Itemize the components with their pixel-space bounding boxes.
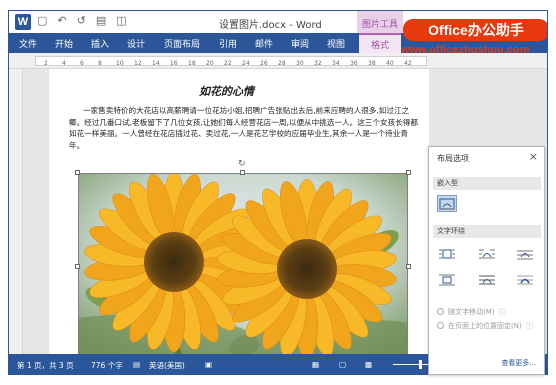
- ruler-tick-label: 16: [170, 60, 178, 67]
- resize-handle-top-right[interactable]: [406, 170, 411, 175]
- tab-file[interactable]: 文件: [13, 33, 43, 53]
- language-indicator[interactable]: 英语(美国): [149, 360, 185, 371]
- ruler-tick-label: 8: [98, 60, 102, 67]
- ruler-tick-label: 22: [224, 60, 232, 67]
- ruler-tick-label: 26: [260, 60, 268, 67]
- tab-design[interactable]: 设计: [121, 33, 151, 53]
- ruler-tick-label: 24: [242, 60, 250, 67]
- zoom-slider-thumb[interactable]: [419, 360, 422, 369]
- ruler-tick-label: 12: [134, 60, 142, 67]
- undo-icon[interactable]: ↶: [57, 14, 66, 27]
- wrap-through-option[interactable]: [515, 245, 535, 262]
- info-icon: ⓘ: [525, 322, 533, 330]
- wrap-behind-icon: [479, 275, 495, 284]
- fix-position-radio[interactable]: 在页面上的位置固定(N) ⓘ: [437, 321, 537, 331]
- tab-review[interactable]: 审阅: [285, 33, 315, 53]
- ruler-tick-label: 2: [44, 60, 48, 67]
- tab-view[interactable]: 视图: [321, 33, 351, 53]
- ruler-tick-label: 34: [332, 60, 340, 67]
- flower-center: [144, 232, 204, 292]
- ruler-tick-label: 14: [152, 60, 160, 67]
- resize-handle-top-left[interactable]: [75, 170, 80, 175]
- rotate-handle-icon[interactable]: ↻: [238, 159, 246, 169]
- word-count[interactable]: 776 个字: [91, 360, 123, 371]
- resize-handle-left[interactable]: [75, 264, 80, 269]
- page-count[interactable]: 第 1 页，共 3 页: [17, 360, 74, 371]
- ruler-tick-label: 30: [296, 60, 304, 67]
- wrap-in-front-option[interactable]: [515, 271, 535, 288]
- resize-handle-top[interactable]: [240, 170, 245, 175]
- print-icon[interactable]: ▤: [96, 14, 106, 27]
- tab-insert[interactable]: 插入: [85, 33, 115, 53]
- ruler-tick-label: 4: [62, 60, 66, 67]
- redo-icon[interactable]: ↺: [77, 14, 86, 27]
- read-mode-icon[interactable]: ▦: [312, 360, 319, 369]
- sunflower-picture[interactable]: [78, 173, 408, 355]
- quick-access-toolbar: ▢ ↶ ↺ ▤ ◫: [37, 14, 127, 27]
- macro-icon[interactable]: ▣: [205, 360, 212, 369]
- wrap-top-bottom-option[interactable]: [437, 271, 457, 288]
- close-icon[interactable]: ×: [529, 150, 538, 163]
- ruler-tick-label: 10: [116, 60, 124, 67]
- wrap-square-option[interactable]: [437, 245, 457, 262]
- tab-page-layout[interactable]: 页面布局: [159, 33, 205, 53]
- info-icon: ⓘ: [498, 308, 506, 316]
- save-icon[interactable]: ▢: [37, 14, 47, 27]
- document-heading: 如花的心情: [199, 85, 254, 98]
- layout-options-panel: 布局选项 × 嵌入型 文字环绕 随文字移动(M) ⓘ 在页面上的位置固定(N) …: [428, 146, 545, 375]
- move-with-text-radio[interactable]: 随文字移动(M) ⓘ: [437, 307, 537, 317]
- horizontal-ruler: 2 4 6 8 10 12 14 16 18 20 22 24 26 28 30 32 34 36 38 40 42: [9, 53, 547, 69]
- move-with-text-label: 随文字移动(M): [448, 308, 495, 316]
- inline-icon: [439, 198, 455, 209]
- wrap-square-icon: [439, 249, 455, 258]
- ruler-ticks: 2 4 6 8 10 12 14 16 18 20 22 24 26 28 30 32 34 36 38 40 42: [44, 60, 412, 67]
- wrap-top-bottom-icon: [439, 274, 455, 285]
- web-layout-icon[interactable]: ▩: [365, 360, 372, 369]
- ruler-tick-label: 20: [206, 60, 214, 67]
- sunflower-graphic: [79, 174, 407, 354]
- section-inline: 嵌入型: [433, 177, 541, 190]
- ruler-tick-label: 42: [404, 60, 412, 67]
- wrap-tight-icon: [479, 249, 495, 258]
- ruler-tick-label: 36: [350, 60, 358, 67]
- document-title: 设置图片.docx - Word: [219, 20, 322, 31]
- flower-center: [277, 239, 337, 299]
- resize-handle-right[interactable]: [406, 264, 411, 269]
- vertical-ruler: [9, 69, 23, 354]
- word-app-icon: W: [15, 14, 31, 30]
- zoom-slider[interactable]: [393, 364, 433, 365]
- ruler-tick-label: 28: [278, 60, 286, 67]
- ruler-tick-label: 32: [314, 60, 322, 67]
- wrap-behind-text-option[interactable]: [477, 271, 497, 288]
- wrap-in-front-icon: [517, 275, 533, 284]
- picture-tools-context-title: 图片工具: [357, 11, 403, 33]
- radio-dot: [437, 308, 444, 315]
- layout-panel-title: 布局选项: [437, 154, 469, 163]
- open-folder-icon[interactable]: ◫: [116, 14, 126, 27]
- ruler-tick-label: 18: [188, 60, 196, 67]
- ruler-scale: 2 4 6 8 10 12 14 16 18 20 22 24 26 28 30 32 34 36 38 40 42: [35, 56, 427, 67]
- document-paragraph: 一家售卖特价的大花店以高薪聘请一位花坊小姐,招聘广告张贴出去后,前来应聘的人很多…: [69, 106, 418, 150]
- tab-mailings[interactable]: 邮件: [249, 33, 279, 53]
- ruler-tick-label: 38: [368, 60, 376, 67]
- tab-references[interactable]: 引用: [213, 33, 243, 53]
- inline-with-text-option[interactable]: [437, 195, 457, 212]
- section-text-wrapping: 文字环绕: [433, 225, 541, 238]
- print-layout-icon[interactable]: ▢: [339, 360, 346, 369]
- wrap-tight-option[interactable]: [477, 245, 497, 262]
- fix-position-label: 在页面上的位置固定(N): [448, 322, 522, 330]
- tab-format[interactable]: 格式: [359, 33, 401, 53]
- wrap-through-icon: [517, 250, 533, 259]
- proofing-icon[interactable]: ▤: [133, 360, 140, 369]
- office-brand-logo: Office办公助手: [403, 19, 547, 41]
- tab-home[interactable]: 开始: [49, 33, 79, 53]
- see-more-link[interactable]: 查看更多...: [501, 358, 536, 368]
- radio-dot: [437, 322, 444, 329]
- ruler-tick-label: 40: [386, 60, 394, 67]
- ruler-tick-label: 6: [80, 60, 84, 67]
